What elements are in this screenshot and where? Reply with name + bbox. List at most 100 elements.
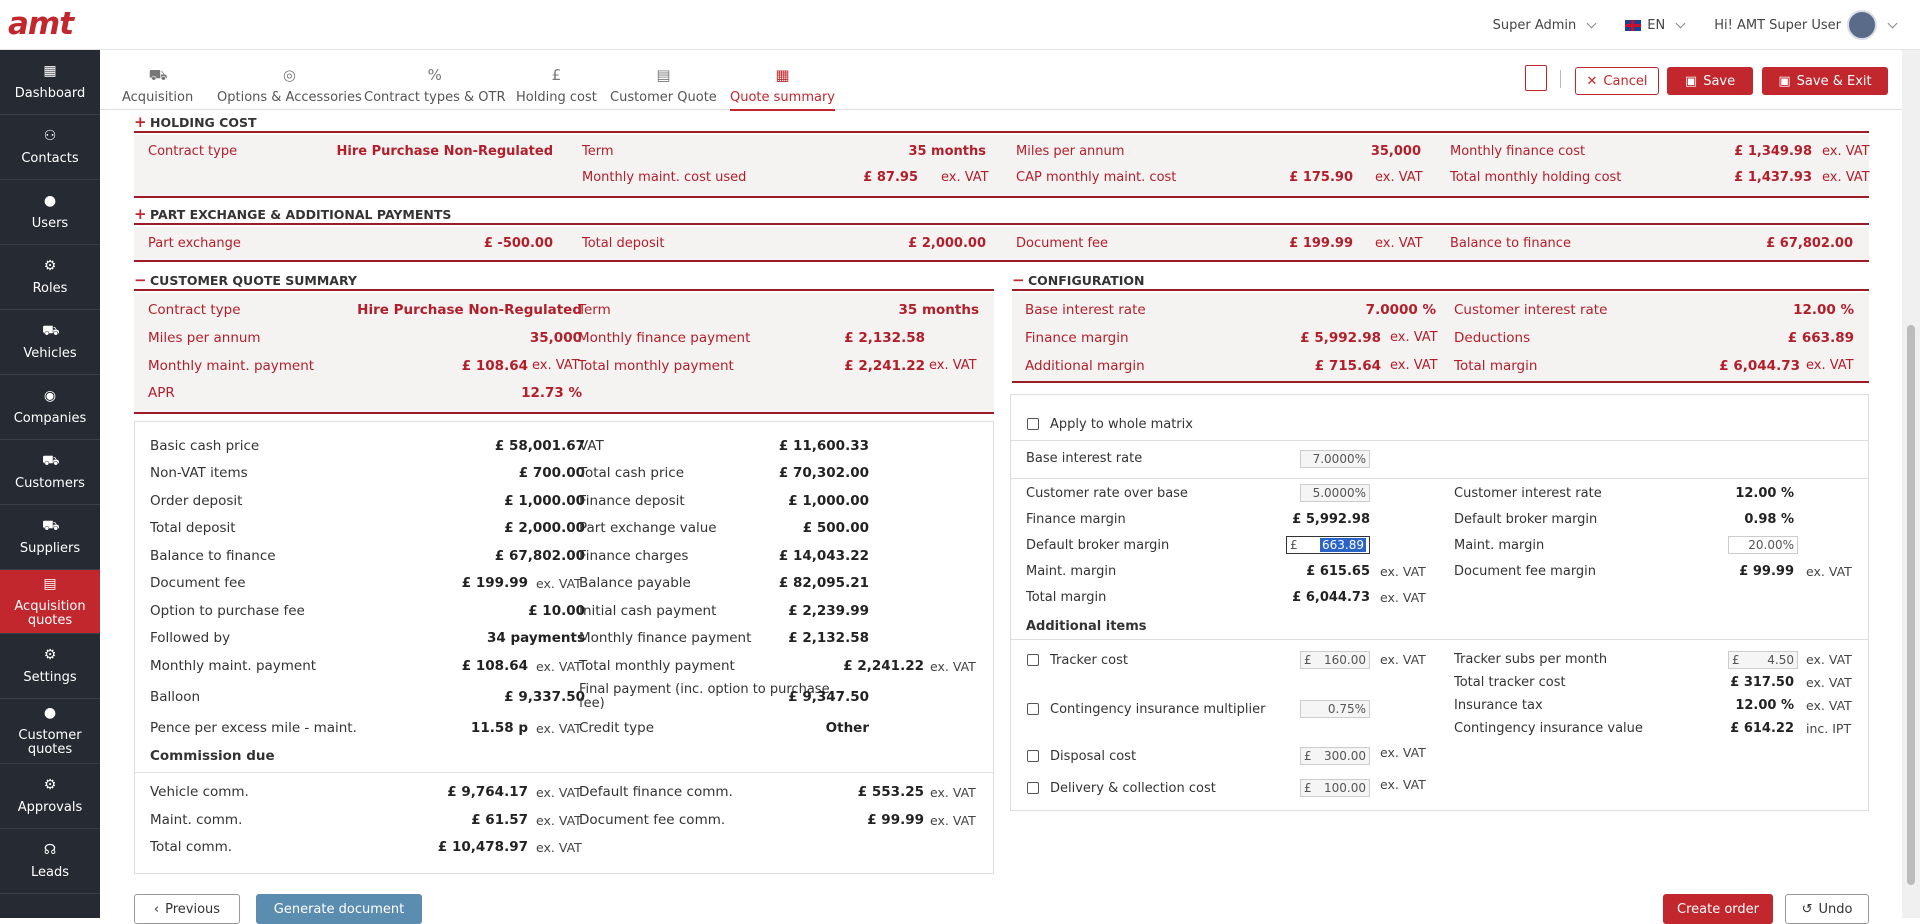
value: £ 87.95 bbox=[863, 170, 918, 185]
maint-margin-input[interactable]: 20.00% bbox=[1728, 536, 1798, 554]
configuration-header[interactable]: − CONFIGURATION bbox=[1012, 271, 1869, 291]
label: Tracker cost bbox=[1050, 653, 1128, 668]
commission-label: Maint. comm. bbox=[150, 812, 243, 828]
label: Monthly finance payment bbox=[578, 330, 751, 346]
save-button[interactable]: ▣ Save bbox=[1667, 67, 1753, 95]
holding-cost-header[interactable]: + HOLDING COST bbox=[134, 113, 1869, 133]
generate-document-button[interactable]: Generate document bbox=[256, 894, 422, 924]
minus-icon: − bbox=[1012, 271, 1025, 289]
value: £ 108.64 bbox=[461, 358, 528, 374]
label: Finance margin bbox=[1025, 330, 1129, 346]
sidebar-item-leads[interactable]: ☊ Leads bbox=[0, 829, 100, 894]
commission-title: Commission due bbox=[150, 748, 275, 764]
additional-items-title: Additional items bbox=[1026, 619, 1147, 634]
unit: ex. VAT bbox=[1380, 590, 1426, 605]
delivery-collection-checkbox[interactable] bbox=[1027, 782, 1039, 794]
previous-button[interactable]: ‹ Previous bbox=[134, 894, 240, 924]
label: Customer interest rate bbox=[1454, 302, 1608, 318]
sidebar-item-settings[interactable]: ⚙ Settings bbox=[0, 634, 100, 699]
customer-quote-summary-band: Contract type Hire Purchase Non-Regulate… bbox=[134, 293, 994, 414]
unit: ex. VAT bbox=[1806, 652, 1852, 667]
sidebar-item-customers[interactable]: ⛟ Customers bbox=[0, 440, 100, 505]
input-value: 5.0000 bbox=[1312, 486, 1355, 500]
cancel-button[interactable]: ✕ Cancel bbox=[1575, 67, 1659, 95]
apply-matrix-checkbox[interactable] bbox=[1027, 418, 1039, 430]
customer-rate-input[interactable]: 5.0000% bbox=[1300, 484, 1370, 502]
tab-label: Holding cost bbox=[516, 90, 597, 105]
tab-contract-types[interactable]: % Contract types & OTR bbox=[364, 66, 505, 105]
sidebar-item-label: Suppliers bbox=[19, 541, 81, 556]
input-value: 300.00 bbox=[1324, 749, 1366, 763]
scrollbar[interactable] bbox=[1902, 50, 1920, 918]
sidebar-item-roles[interactable]: ⚙ Roles bbox=[0, 245, 100, 310]
detail-label: Part exchange value bbox=[579, 520, 717, 536]
value: £ 6,044.73 bbox=[1719, 358, 1800, 374]
detail-value: £ 70,302.00 bbox=[778, 465, 869, 481]
app-logo[interactable]: amt bbox=[8, 6, 74, 42]
uk-flag-icon bbox=[1625, 19, 1642, 31]
create-order-button[interactable]: Create order bbox=[1663, 894, 1773, 924]
commission-label: Document fee comm. bbox=[579, 812, 726, 828]
label: Miles per annum bbox=[148, 330, 261, 346]
label: Contingency insurance multiplier bbox=[1050, 702, 1266, 717]
sidebar-item-dashboard[interactable]: ▦ Dashboard bbox=[0, 50, 100, 115]
detail-unit: ex. VAT bbox=[536, 576, 582, 591]
sidebar-item-acquisition-quotes[interactable]: ▤ Acquisition quotes bbox=[0, 570, 100, 634]
document-icon[interactable] bbox=[1525, 65, 1547, 91]
disposal-cost-checkbox[interactable] bbox=[1027, 750, 1039, 762]
role-selector[interactable]: Super Admin bbox=[1493, 18, 1597, 33]
sidebar-item-suppliers[interactable]: ⛟ Suppliers bbox=[0, 505, 100, 570]
commission-label: Total comm. bbox=[150, 839, 233, 855]
label: Disposal cost bbox=[1050, 749, 1137, 764]
save-icon: ▣ bbox=[1684, 73, 1698, 89]
input-value: 20.00 bbox=[1748, 538, 1783, 552]
customer-quote-summary-header[interactable]: − CUSTOMER QUOTE SUMMARY bbox=[134, 271, 994, 291]
part-exchange-header[interactable]: + PART EXCHANGE & ADDITIONAL PAYMENTS bbox=[134, 205, 1869, 225]
sidebar-item-companies[interactable]: ◉ Companies bbox=[0, 375, 100, 440]
tab-holding-cost[interactable]: £ Holding cost bbox=[516, 66, 597, 105]
scrollbar-thumb[interactable] bbox=[1907, 325, 1915, 885]
sidebar-item-approvals[interactable]: ⚙ Approvals bbox=[0, 764, 100, 829]
default-broker-margin-input[interactable]: £663.89 bbox=[1286, 536, 1370, 554]
detail-value: £ 1,000.00 bbox=[788, 493, 869, 509]
tab-options-accessories[interactable]: ◎ Options & Accessories bbox=[217, 66, 362, 105]
chevron-down-icon bbox=[1586, 18, 1597, 28]
unit: £ bbox=[1732, 653, 1740, 667]
unit: ex. VAT bbox=[1380, 777, 1426, 792]
language-selector[interactable]: EN bbox=[1625, 18, 1686, 33]
tracker-subs-input[interactable]: £4.50 bbox=[1728, 651, 1798, 669]
sidebar-item-users[interactable]: ● Users bbox=[0, 180, 100, 245]
commission-unit: ex. VAT bbox=[536, 785, 582, 800]
delivery-collection-input[interactable]: £100.00 bbox=[1300, 779, 1370, 797]
tab-quote-summary[interactable]: ▦ Quote summary bbox=[730, 66, 835, 111]
user-icon: ● bbox=[43, 193, 57, 209]
value: £ 317.50 bbox=[1730, 675, 1794, 690]
tracker-cost-input[interactable]: £160.00 bbox=[1300, 651, 1370, 669]
detail-label: Order deposit bbox=[150, 493, 243, 509]
disposal-cost-input[interactable]: £300.00 bbox=[1300, 747, 1370, 765]
section-title: PART EXCHANGE & ADDITIONAL PAYMENTS bbox=[150, 206, 452, 222]
value: £ 5,992.98 bbox=[1300, 330, 1381, 346]
sidebar-item-customer-quotes[interactable]: ● Customer quotes bbox=[0, 699, 100, 764]
base-interest-rate-input[interactable]: 7.0000% bbox=[1300, 450, 1370, 468]
contingency-checkbox[interactable] bbox=[1027, 703, 1039, 715]
save-exit-button[interactable]: ▣ Save & Exit bbox=[1762, 67, 1888, 95]
section-title: CUSTOMER QUOTE SUMMARY bbox=[150, 272, 357, 288]
label: Contract type bbox=[148, 144, 238, 159]
undo-label: Undo bbox=[1818, 901, 1853, 917]
undo-button[interactable]: ↺ Undo bbox=[1785, 894, 1869, 924]
tab-customer-quote[interactable]: ▤ Customer Quote bbox=[610, 66, 717, 105]
value: Hire Purchase Non-Regulated bbox=[336, 144, 553, 159]
sidebar-item-label: Roles bbox=[32, 281, 68, 296]
sidebar-item-label: Customer quotes bbox=[18, 728, 82, 757]
sidebar-item-vehicles[interactable]: ⛟ Vehicles bbox=[0, 310, 100, 375]
contingency-multiplier-input[interactable]: 0.75% bbox=[1300, 700, 1370, 718]
tab-acquisition[interactable]: ⛟ Acquisition bbox=[122, 66, 193, 105]
detail-label: Balance to finance bbox=[150, 548, 276, 564]
previous-label: Previous bbox=[165, 901, 221, 917]
value: £ 6,044.73 bbox=[1292, 590, 1370, 605]
sidebar-item-contacts[interactable]: ⚇ Contacts bbox=[0, 115, 100, 180]
user-menu[interactable]: Hi! AMT Super User bbox=[1714, 10, 1898, 40]
tracker-cost-checkbox[interactable] bbox=[1027, 654, 1039, 666]
plus-icon: + bbox=[134, 205, 147, 223]
